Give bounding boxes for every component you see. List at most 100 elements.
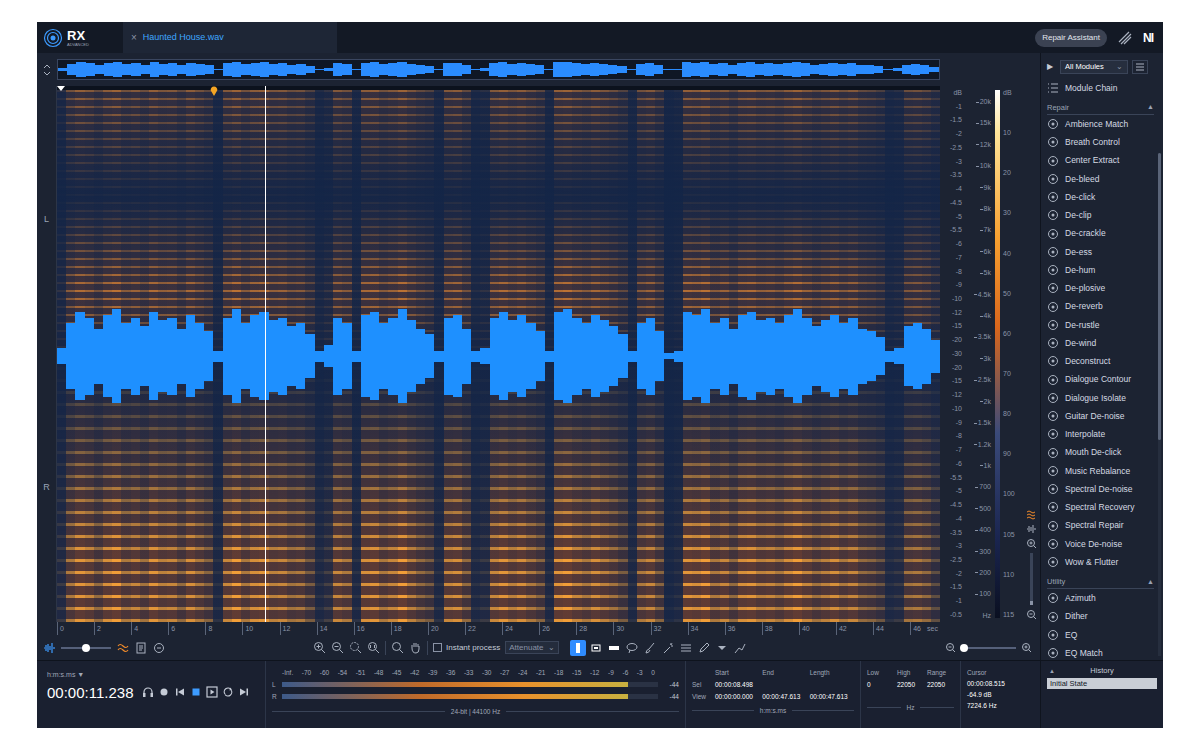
- module-item[interactable]: Spectral Recovery: [1047, 498, 1154, 516]
- modules-scrollbar[interactable]: [1158, 153, 1161, 656]
- history-item[interactable]: Initial State: [1047, 678, 1157, 689]
- zoom-in-icon[interactable]: [1021, 642, 1032, 653]
- transport-button[interactable]: [222, 686, 234, 698]
- module-item[interactable]: De-clip: [1047, 206, 1154, 224]
- waveform-view-icon[interactable]: [1026, 524, 1036, 534]
- module-item[interactable]: Ambience Match: [1047, 115, 1154, 133]
- module-item[interactable]: De-wind: [1047, 334, 1154, 352]
- frequency-field[interactable]: 22050: [897, 681, 924, 689]
- module-item[interactable]: Dialogue Contour: [1047, 371, 1154, 389]
- module-item[interactable]: Voice De-noise: [1047, 535, 1154, 553]
- transport-button[interactable]: [174, 686, 186, 698]
- transport-button[interactable]: [158, 686, 170, 698]
- file-tab[interactable]: ×Haunted House.wav: [123, 22, 337, 53]
- spectrogram-display-icon[interactable]: [117, 642, 129, 654]
- frequency-field[interactable]: 22050: [927, 681, 954, 689]
- channel-header[interactable]: L: [37, 86, 56, 354]
- slider-knob[interactable]: [82, 644, 90, 652]
- module-item[interactable]: Guitar De-noise: [1047, 407, 1154, 425]
- zoom-selection-icon[interactable]: [349, 641, 362, 654]
- module-item[interactable]: EQ Match: [1047, 644, 1154, 660]
- channel-header[interactable]: R: [37, 354, 56, 622]
- selection-tool-button[interactable]: [714, 640, 730, 656]
- module-item[interactable]: Mouth De-click: [1047, 444, 1154, 462]
- module-item[interactable]: Center Extract: [1047, 152, 1154, 170]
- range-field[interactable]: 00:00:00.000: [715, 693, 759, 701]
- selection-tool-button[interactable]: [624, 640, 640, 656]
- spectrogram-view-icon[interactable]: [1026, 509, 1036, 520]
- selection-tool-button[interactable]: [642, 640, 658, 656]
- module-item[interactable]: Music Rebalance: [1047, 462, 1154, 480]
- range-field[interactable]: 00:00:47.613: [762, 693, 806, 701]
- waveform-display-icon[interactable]: [43, 642, 55, 654]
- selection-tool-button[interactable]: [732, 640, 748, 656]
- play-module-button[interactable]: ▶: [1047, 61, 1056, 73]
- zoom-in-icon[interactable]: [1026, 538, 1037, 549]
- selection-tool-button[interactable]: [570, 640, 586, 656]
- module-section-header[interactable]: Utility▲: [1047, 575, 1154, 589]
- magnifier-icon[interactable]: [391, 641, 404, 654]
- list-view-button[interactable]: [1132, 60, 1148, 74]
- module-item[interactable]: Dither: [1047, 608, 1154, 626]
- module-item[interactable]: Spectral De-noise: [1047, 480, 1154, 498]
- section-toggle[interactable]: ▲: [1147, 577, 1154, 588]
- vertical-zoom-slider[interactable]: [1030, 553, 1033, 605]
- selection-tool-button[interactable]: [678, 640, 694, 656]
- instant-process[interactable]: Instant process: [433, 642, 500, 654]
- module-filter-dropdown[interactable]: All Modules⌄: [1060, 60, 1128, 74]
- range-field[interactable]: [762, 681, 806, 689]
- zoom-out-icon[interactable]: [1026, 609, 1037, 620]
- time-format-selector[interactable]: h:m:s.ms ▼: [47, 670, 255, 681]
- module-section-header[interactable]: Repair▲: [1047, 101, 1154, 115]
- zoom-fit-icon[interactable]: [367, 641, 380, 654]
- zoom-out-icon[interactable]: [331, 641, 344, 654]
- module-item[interactable]: Azimuth: [1047, 589, 1154, 607]
- module-item[interactable]: Deconstruct: [1047, 352, 1154, 370]
- marker-pin-icon[interactable]: [210, 86, 218, 96]
- module-item[interactable]: De-ess: [1047, 243, 1154, 261]
- module-item[interactable]: De-click: [1047, 188, 1154, 206]
- notes-icon[interactable]: [135, 642, 147, 654]
- transport-button[interactable]: [190, 686, 202, 698]
- transport-button[interactable]: [142, 686, 154, 698]
- range-field[interactable]: 00:00:47.613: [810, 693, 854, 701]
- selection-tool-button[interactable]: [588, 640, 604, 656]
- module-item[interactable]: EQ: [1047, 626, 1154, 644]
- comment-icon[interactable]: [153, 642, 165, 654]
- section-toggle[interactable]: ▲: [1147, 102, 1154, 113]
- horizontal-zoom-slider[interactable]: [961, 647, 1016, 649]
- scrollbar-thumb[interactable]: [1158, 153, 1161, 440]
- transport-button[interactable]: [238, 686, 250, 698]
- history-toggle[interactable]: ▲: [1049, 667, 1059, 676]
- module-item[interactable]: De-reverb: [1047, 298, 1154, 316]
- module-item[interactable]: De-rustle: [1047, 316, 1154, 334]
- module-item[interactable]: Spectral Repair: [1047, 517, 1154, 535]
- repair-assistant-button[interactable]: Repair Assistant: [1035, 29, 1107, 47]
- overview-waveform[interactable]: [57, 59, 940, 80]
- module-item[interactable]: Interpolate: [1047, 425, 1154, 443]
- module-item[interactable]: Dialogue Isolate: [1047, 389, 1154, 407]
- spectrogram-canvas[interactable]: [57, 90, 940, 622]
- instant-process-checkbox[interactable]: [433, 643, 442, 652]
- display-blend-slider[interactable]: [61, 647, 111, 649]
- range-field[interactable]: [810, 681, 854, 689]
- selection-start-marker[interactable]: [210, 86, 218, 96]
- module-item[interactable]: De-bleed: [1047, 170, 1154, 188]
- signal-icon[interactable]: [1117, 30, 1133, 46]
- module-item[interactable]: Wow & Flutter: [1047, 553, 1154, 571]
- module-item[interactable]: Breath Control: [1047, 133, 1154, 151]
- selection-tool-button[interactable]: [606, 640, 622, 656]
- module-chain-button[interactable]: Module Chain: [1047, 79, 1154, 97]
- module-item[interactable]: De-hum: [1047, 261, 1154, 279]
- zoom-out-icon[interactable]: [945, 642, 956, 653]
- collapse-arrows-icon[interactable]: [42, 63, 52, 77]
- hand-icon[interactable]: [409, 641, 422, 654]
- selection-tool-button[interactable]: [696, 640, 712, 656]
- playhead[interactable]: [265, 86, 266, 622]
- tab-close-button[interactable]: ×: [131, 33, 137, 43]
- selection-tool-button[interactable]: [660, 640, 676, 656]
- range-field[interactable]: 00:00:08.498: [715, 681, 759, 689]
- zoom-in-icon[interactable]: [313, 641, 326, 654]
- process-mode-dropdown[interactable]: Attenuate⌄: [505, 641, 558, 654]
- spectrogram[interactable]: [57, 86, 940, 622]
